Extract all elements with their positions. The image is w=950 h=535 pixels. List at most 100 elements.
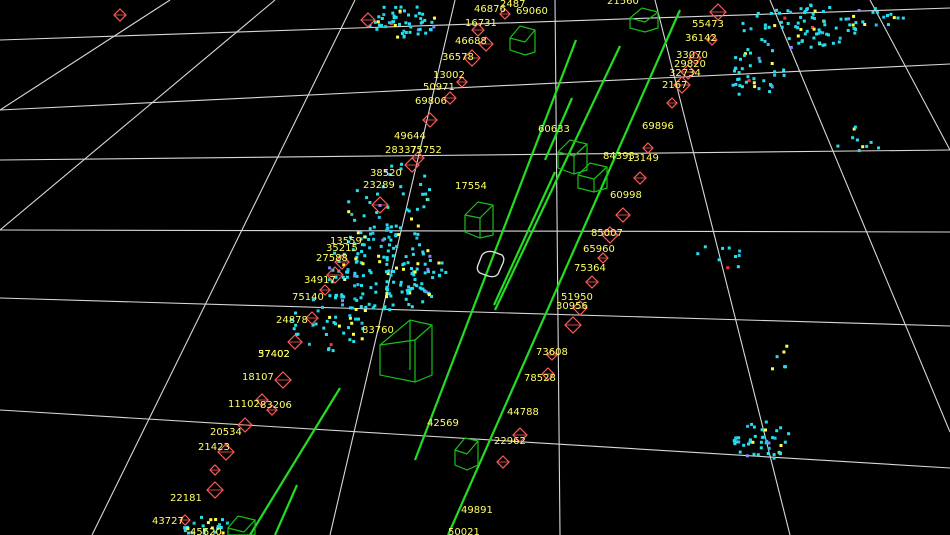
lidar-point — [409, 287, 413, 291]
lidar-point — [346, 268, 350, 272]
lidar-point — [367, 302, 371, 306]
lidar-point — [363, 309, 367, 312]
lidar-point — [857, 149, 861, 153]
track-id-label: 69896 — [642, 121, 674, 132]
lidar-point — [809, 4, 813, 8]
lidar-point — [753, 85, 757, 89]
lidar-point — [388, 243, 391, 247]
lidar-point — [742, 29, 746, 33]
lidar-point — [799, 28, 803, 31]
lidar-point — [422, 205, 426, 209]
lidar-point — [410, 217, 413, 221]
lidar-point — [429, 28, 433, 32]
lidar-point — [404, 21, 408, 25]
lidar-point — [799, 7, 803, 11]
lidar-point — [769, 11, 773, 15]
lidar-point — [838, 36, 842, 40]
lidar-point — [400, 290, 404, 294]
lidar-point — [361, 292, 365, 296]
lidar-point — [386, 249, 390, 253]
lidar-point — [752, 81, 756, 85]
lidar-point — [823, 23, 827, 27]
lidar-point — [440, 261, 444, 265]
lidar-point — [758, 59, 762, 63]
lidar-point — [361, 262, 365, 266]
lidar-point — [848, 23, 852, 27]
lidar-point — [772, 456, 776, 460]
lidar-point — [886, 14, 889, 17]
lidar-point — [444, 271, 448, 274]
lidar-point — [767, 25, 771, 29]
track-id-label: 27588 — [316, 253, 348, 264]
lidar-point — [418, 27, 422, 31]
lidar-point — [347, 326, 350, 330]
lidar-point — [761, 435, 765, 439]
lidar-point — [839, 17, 843, 21]
lidar-point — [746, 48, 750, 52]
lidar-point — [399, 283, 403, 287]
track-id-label: 45620 — [190, 527, 222, 535]
lidar-point — [408, 30, 412, 34]
lidar-point — [353, 218, 357, 222]
lidar-point — [738, 84, 742, 88]
lidar-point — [717, 258, 721, 262]
lidar-point — [741, 21, 745, 25]
lidar-point — [779, 20, 783, 24]
lidar-point — [721, 246, 725, 250]
lidar-point — [756, 453, 760, 457]
lidar-point — [857, 9, 861, 12]
lidar-point — [797, 41, 801, 45]
lidar-point — [329, 343, 333, 347]
track-id-label: 22962 — [494, 436, 526, 447]
lidar-point — [847, 17, 851, 21]
lidar-point — [817, 28, 821, 32]
lidar-point — [391, 11, 395, 15]
lidar-point — [803, 32, 807, 36]
track-id-label: 16731 — [465, 18, 497, 29]
track-id-label: 24878 — [276, 315, 308, 326]
lidar-point — [736, 265, 740, 269]
lidar-point — [413, 232, 417, 236]
track-id-label: 18107 — [242, 372, 274, 383]
lidar-point — [844, 17, 848, 21]
lidar-point — [831, 41, 835, 45]
track-id-label: 60633 — [538, 124, 570, 135]
lidar-point — [813, 9, 817, 13]
track-id-label: 44788 — [507, 407, 539, 418]
lidar-point — [371, 231, 375, 235]
lidar-point — [345, 275, 349, 279]
track-id-label: 55473 — [692, 19, 724, 30]
lidar-point — [812, 36, 816, 40]
lidar-point — [738, 450, 742, 454]
lidar-point — [767, 441, 771, 445]
lidar-point — [851, 23, 855, 27]
lidar-point — [363, 235, 367, 239]
lidar-point — [896, 16, 900, 20]
lidar-point — [800, 39, 804, 43]
track-id-label: 49891 — [461, 505, 493, 516]
lidar-point — [334, 322, 337, 326]
track-id-label: 21423 — [198, 442, 230, 453]
lidar-point — [740, 67, 744, 71]
lidar-point — [834, 26, 838, 30]
lidar-point — [787, 37, 791, 41]
track-id-label: 50021 — [448, 527, 480, 535]
lidar-point — [394, 233, 398, 237]
lidar-3d-viewer[interactable]: 4687624876906016731466883657813002509716… — [0, 0, 950, 535]
lidar-point — [786, 9, 790, 13]
lidar-point — [773, 24, 777, 28]
lidar-point — [744, 80, 748, 84]
lidar-point — [380, 17, 384, 20]
lidar-point — [775, 8, 779, 12]
lidar-point — [783, 16, 787, 20]
lidar-point — [378, 204, 382, 207]
lidar-point — [392, 280, 396, 284]
lidar-point — [352, 340, 356, 343]
lidar-point — [348, 338, 352, 342]
lidar-point — [821, 10, 825, 13]
lidar-point — [773, 70, 777, 74]
lidar-point — [348, 314, 352, 318]
lidar-point — [363, 254, 367, 258]
lidar-point — [796, 34, 800, 38]
lidar-point — [877, 146, 880, 150]
